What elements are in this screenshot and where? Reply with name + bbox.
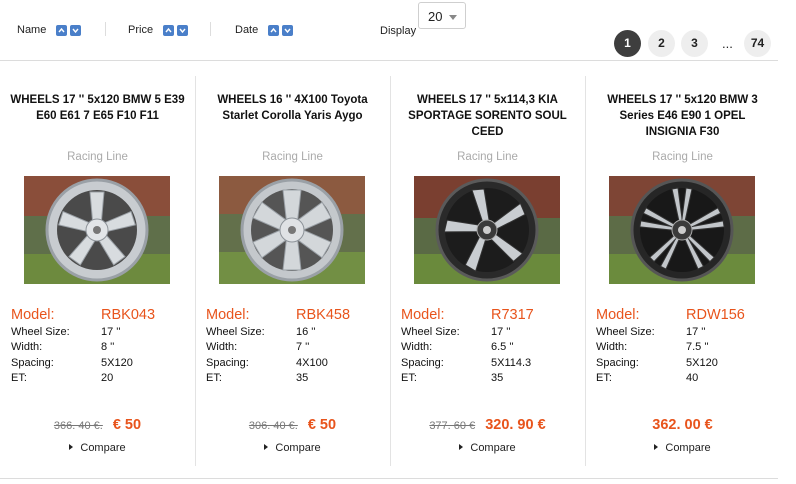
old-price: 377. 60 € — [429, 420, 476, 432]
product-grid: WHEELS 17 '' 5x120 BMW 5 E39 E60 E61 7 E… — [0, 76, 778, 466]
sort-by-name: Name — [17, 24, 84, 36]
compare-button[interactable]: Compare — [585, 442, 780, 454]
triangle-right-icon — [459, 444, 464, 450]
sort-price-asc-button[interactable] — [163, 24, 175, 36]
compare-button[interactable]: Compare — [390, 442, 585, 454]
product-image[interactable] — [609, 176, 755, 284]
toolbar-divider — [210, 22, 211, 36]
product-image[interactable] — [24, 176, 170, 284]
product-image[interactable] — [414, 176, 560, 284]
product-brand: Racing Line — [262, 151, 323, 163]
product-card: WHEELS 16 '' 4X100 Toyota Starlet Coroll… — [195, 76, 390, 466]
sort-name-desc-button[interactable] — [70, 24, 82, 36]
product-card: WHEELS 17 '' 5x114,3 KIA SPORTAGE SORENT… — [390, 76, 585, 466]
arrow-up-icon — [165, 27, 172, 32]
product-brand: Racing Line — [67, 151, 128, 163]
display-label: Display — [380, 25, 417, 37]
pagination-ellipsis: ... — [722, 36, 733, 51]
new-price: € 50 — [307, 417, 337, 433]
product-brand: Racing Line — [457, 151, 518, 163]
new-price: 320. 90 € — [485, 417, 546, 433]
product-title[interactable]: WHEELS 17 '' 5x114,3 KIA SPORTAGE SORENT… — [398, 92, 577, 140]
sort-by-price: Price — [128, 24, 191, 36]
arrow-down-icon — [72, 28, 79, 33]
price-row: 306. 40 €. € 50 — [195, 416, 390, 434]
sort-date-asc-button[interactable] — [268, 24, 280, 36]
page-last-button[interactable]: 74 — [744, 30, 771, 57]
triangle-right-icon — [264, 444, 269, 450]
new-price: € 50 — [112, 417, 142, 433]
product-title[interactable]: WHEELS 16 '' 4X100 Toyota Starlet Coroll… — [203, 92, 382, 124]
sort-name-asc-button[interactable] — [56, 24, 68, 36]
triangle-right-icon — [654, 444, 659, 450]
product-title[interactable]: WHEELS 17 '' 5x120 BMW 5 E39 E60 E61 7 E… — [8, 92, 187, 124]
sort-label-name: Name — [17, 24, 47, 36]
product-card: WHEELS 17 '' 5x120 BMW 3 Series E46 E90 … — [585, 76, 780, 466]
toolbar: Name Price Date Display 20 1 2 3 ... 74 — [0, 0, 778, 61]
product-brand: Racing Line — [652, 151, 713, 163]
old-price: 366. 40 €. — [53, 420, 103, 432]
compare-button[interactable]: Compare — [195, 442, 390, 454]
page-1-button[interactable]: 1 — [614, 30, 641, 57]
sort-label-price: Price — [128, 24, 154, 36]
pagination: 1 2 3 ... 74 — [614, 30, 774, 57]
price-row: 377. 60 € 320. 90 € — [390, 416, 585, 434]
sort-by-date: Date — [235, 24, 296, 36]
compare-button[interactable]: Compare — [0, 442, 195, 454]
arrow-up-icon — [58, 27, 65, 32]
new-price: 362. 00 € — [652, 417, 713, 433]
wheel-image — [414, 176, 560, 284]
price-row: 366. 40 €. € 50 — [0, 416, 195, 434]
page-2-button[interactable]: 2 — [648, 30, 675, 57]
arrow-down-icon — [284, 28, 291, 33]
bottom-divider — [0, 478, 778, 479]
display-count-select[interactable]: 20 — [418, 2, 466, 29]
product-card: WHEELS 17 '' 5x120 BMW 5 E39 E60 E61 7 E… — [0, 76, 195, 466]
product-title[interactable]: WHEELS 17 '' 5x120 BMW 3 Series E46 E90 … — [593, 92, 772, 140]
sort-date-desc-button[interactable] — [282, 24, 294, 36]
wheel-image — [219, 176, 365, 284]
triangle-right-icon — [69, 444, 74, 450]
product-image[interactable] — [219, 176, 365, 284]
wheel-image — [24, 176, 170, 284]
arrow-up-icon — [270, 27, 277, 32]
page-3-button[interactable]: 3 — [681, 30, 708, 57]
old-price: 306. 40 €. — [248, 420, 298, 432]
price-row: 362. 00 € — [585, 416, 780, 434]
sort-label-date: Date — [235, 24, 259, 36]
toolbar-divider — [105, 22, 106, 36]
arrow-down-icon — [179, 28, 186, 33]
wheel-image — [609, 176, 755, 284]
sort-price-desc-button[interactable] — [177, 24, 189, 36]
display-count-value: 20 — [428, 9, 443, 24]
chevron-down-icon — [449, 15, 457, 20]
